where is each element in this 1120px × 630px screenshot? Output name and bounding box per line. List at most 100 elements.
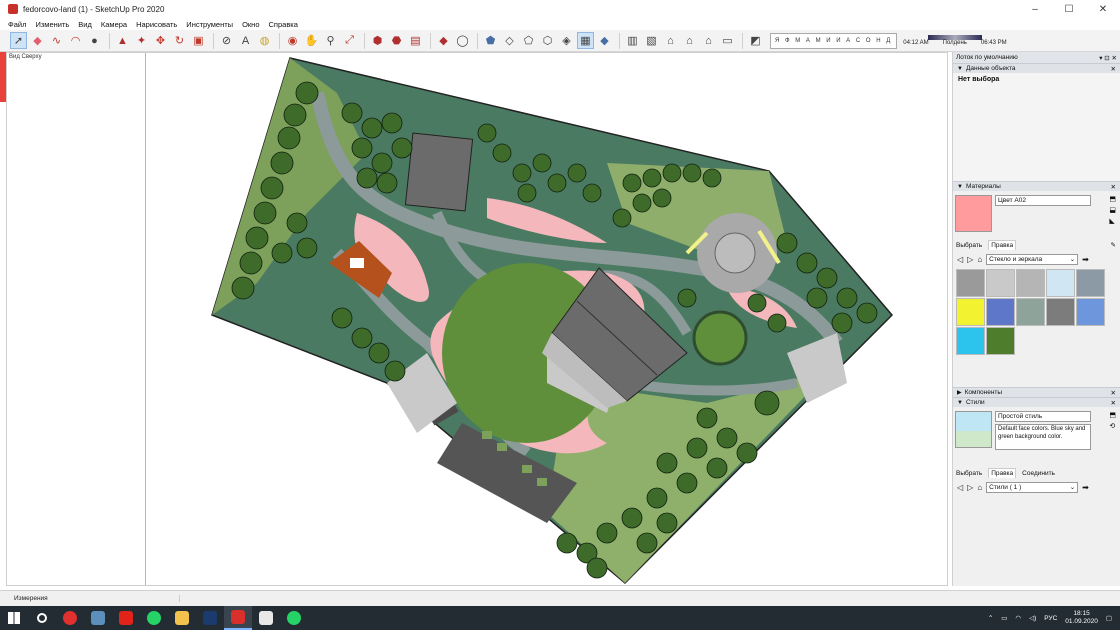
windows-start-icon[interactable] — [0, 606, 28, 630]
monochrome-style-icon[interactable]: ▭ — [719, 32, 736, 49]
language-indicator[interactable]: РУС — [1044, 615, 1057, 622]
shadow-time-slider[interactable]: 04:12 AM Полдень 06:43 PM — [903, 35, 1007, 46]
volume-icon[interactable]: ◁) — [1029, 614, 1036, 622]
whatsapp-icon[interactable] — [140, 606, 168, 630]
details-arrow-icon[interactable]: ➡ — [1082, 483, 1089, 492]
xray-style-icon[interactable]: ▥ — [624, 32, 641, 49]
network-icon[interactable]: ▭ — [1001, 614, 1007, 622]
push-pull-tool-icon[interactable]: ▲ — [114, 32, 131, 49]
task-view-icon[interactable] — [84, 606, 112, 630]
top-view-icon[interactable]: ◇ — [501, 32, 518, 49]
chevron-up-icon[interactable]: ⌃ — [988, 614, 993, 622]
wireframe-style-icon[interactable]: ▧ — [643, 32, 660, 49]
tab-edit[interactable]: Правка — [988, 240, 1017, 250]
style-description-field[interactable]: Default face colors. Blue sky and green … — [995, 424, 1091, 450]
create-material-icon[interactable]: ⬓ — [1109, 206, 1116, 214]
select-tool-icon[interactable]: ➚ — [10, 32, 27, 49]
search-icon[interactable] — [28, 606, 56, 630]
zoom-tool-icon[interactable]: ⚲ — [322, 32, 339, 49]
style-thumbnail[interactable] — [955, 411, 992, 448]
menu-view[interactable]: Вид — [78, 20, 92, 29]
sketchup-taskbar-icon[interactable] — [224, 606, 252, 630]
current-material-swatch[interactable] — [955, 195, 992, 232]
clock[interactable]: 18:15 01.09.2020 — [1065, 610, 1098, 626]
update-style-icon[interactable]: ⟲ — [1109, 422, 1116, 430]
back-icon[interactable]: ◁ — [957, 483, 963, 492]
menu-help[interactable]: Справка — [269, 20, 298, 29]
shadows-toggle-icon[interactable]: ◩ — [747, 32, 764, 49]
material-swatch[interactable] — [1076, 298, 1105, 326]
back-view-icon[interactable]: ◈ — [558, 32, 575, 49]
shadow-month-slider[interactable]: Я Ф М А М И И А С О Н Д — [770, 32, 898, 49]
back-icon[interactable]: ◁ — [957, 255, 963, 264]
default-material-icon[interactable]: ◣ — [1109, 217, 1116, 225]
maximize-button[interactable]: ☐ — [1052, 0, 1086, 18]
home-icon[interactable]: ⌂ — [977, 255, 982, 264]
ruby-console-icon[interactable]: ◆ — [435, 32, 452, 49]
material-swatch[interactable] — [986, 327, 1015, 355]
notification-icon[interactable]: ▢ — [1106, 614, 1112, 622]
material-swatch[interactable] — [1016, 269, 1045, 297]
forward-icon[interactable]: ▷ — [967, 255, 973, 264]
hidden-line-style-icon[interactable]: ⌂ — [662, 32, 679, 49]
menu-window[interactable]: Окно — [242, 20, 259, 29]
material-swatch[interactable] — [986, 269, 1015, 297]
menu-file[interactable]: Файл — [8, 20, 26, 29]
move-tool-icon[interactable]: ✥ — [152, 32, 169, 49]
autocad-icon[interactable] — [112, 606, 140, 630]
style-library-select[interactable]: Стили ( 1 ) ⌄ — [986, 481, 1079, 493]
paint-bucket-tool-icon[interactable]: ◍ — [256, 32, 273, 49]
material-swatch[interactable] — [956, 327, 985, 355]
close-panel-icon[interactable]: ✕ — [1111, 183, 1116, 191]
material-swatch[interactable] — [1076, 269, 1105, 297]
extension-manager-icon[interactable]: ▤ — [407, 32, 424, 49]
tab-select[interactable]: Выбрать — [956, 242, 982, 249]
tape-measure-tool-icon[interactable]: ⊘ — [218, 32, 235, 49]
scale-tool-icon[interactable]: ▣ — [190, 32, 207, 49]
right-view-icon[interactable]: ⬡ — [539, 32, 556, 49]
freehand-tool-icon[interactable]: ∿ — [48, 32, 65, 49]
components-header[interactable]: ▶ Компоненты ✕ — [953, 387, 1120, 397]
tray-controls-icon[interactable]: ▾ ⊡ ✕ — [1099, 54, 1117, 62]
left-view-icon[interactable]: ▦ — [577, 32, 594, 49]
tab-mix[interactable]: Соединить — [1022, 470, 1055, 477]
file-explorer-icon[interactable] — [168, 606, 196, 630]
display-secondary-icon[interactable]: ⬒ — [1109, 195, 1116, 203]
close-panel-icon[interactable]: ✕ — [1111, 389, 1116, 397]
text-tool-icon[interactable]: A — [237, 32, 254, 49]
close-button[interactable]: ✕ — [1086, 0, 1120, 18]
follow-me-tool-icon[interactable]: ✦ — [133, 32, 150, 49]
material-swatch[interactable] — [956, 298, 985, 326]
material-swatch[interactable] — [1046, 298, 1075, 326]
materials-header[interactable]: ▼ Материалы ✕ — [953, 181, 1120, 191]
forward-icon[interactable]: ▷ — [967, 483, 973, 492]
menu-edit[interactable]: Изменить — [35, 20, 69, 29]
style-name-field[interactable]: Простой стиль — [995, 411, 1091, 422]
styles-header[interactable]: ▼ Стили ✕ — [953, 397, 1120, 407]
tab-select[interactable]: Выбрать — [956, 470, 982, 477]
details-arrow-icon[interactable]: ➡ — [1082, 255, 1089, 264]
shaded-style-icon[interactable]: ⌂ — [681, 32, 698, 49]
material-swatch[interactable] — [956, 269, 985, 297]
material-swatch[interactable] — [1016, 298, 1045, 326]
material-library-select[interactable]: Стекло и зеркала ⌄ — [986, 253, 1079, 265]
minimize-button[interactable]: – — [1018, 0, 1052, 18]
tab-edit[interactable]: Правка — [988, 468, 1017, 478]
account-icon[interactable]: ◯ — [454, 32, 471, 49]
extension-warehouse-icon[interactable]: ⬣ — [388, 32, 405, 49]
close-panel-icon[interactable]: ✕ — [1111, 65, 1116, 73]
menu-draw[interactable]: Нарисовать — [136, 20, 177, 29]
iso-view-icon[interactable]: ⬟ — [482, 32, 499, 49]
sample-paint-icon[interactable]: ✎ — [1111, 241, 1116, 249]
front-view-icon[interactable]: ⬠ — [520, 32, 537, 49]
close-panel-icon[interactable]: ✕ — [1111, 399, 1116, 407]
home-icon[interactable]: ⌂ — [977, 483, 982, 492]
create-style-icon[interactable]: ⬒ — [1109, 411, 1116, 419]
arc-tool-icon[interactable]: ◠ — [67, 32, 84, 49]
pan-tool-icon[interactable]: ✋ — [303, 32, 320, 49]
wifi-icon[interactable]: ◠ — [1015, 614, 1021, 622]
material-swatch[interactable] — [1046, 269, 1075, 297]
menu-camera[interactable]: Камера — [101, 20, 127, 29]
whatsapp-notification-icon[interactable] — [280, 606, 308, 630]
bottom-view-icon[interactable]: ◆ — [596, 32, 613, 49]
